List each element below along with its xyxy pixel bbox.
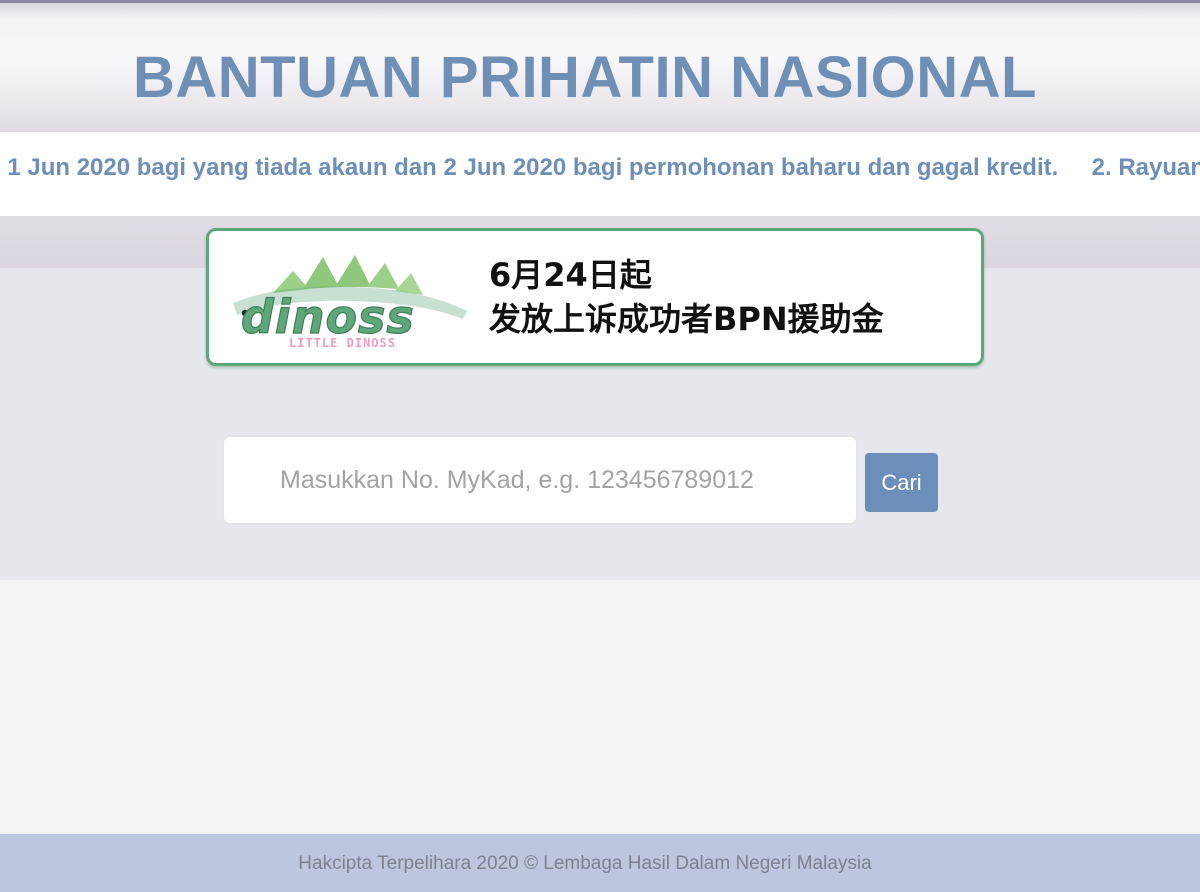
logo-subtitle: LITTLE DINOSS (289, 336, 396, 350)
page: BANTUAN PRIHATIN NASIONAL i 1 Jun 2020 b… (0, 0, 1200, 892)
copyright-text: Hakcipta Terpelihara 2020 © Lembaga Hasi… (298, 853, 872, 874)
ticker-text: i 1 Jun 2020 bagi yang tiada akaun dan 2… (0, 154, 1200, 181)
search-button[interactable]: Cari (865, 453, 938, 512)
ad-line-1: 6月24日起 (489, 256, 652, 294)
ad-line-2: 发放上诉成功者BPN援助金 (489, 300, 884, 338)
mykad-search-input[interactable] (222, 435, 858, 525)
ad-banner[interactable]: dinoss LITTLE DINOSS 6月24日起 发放上诉成功者BPN援助… (206, 228, 984, 366)
news-ticker: i 1 Jun 2020 bagi yang tiada akaun dan 2… (0, 132, 1200, 216)
footer: Hakcipta Terpelihara 2020 © Lembaga Hasi… (0, 834, 1200, 892)
dinoss-logo-icon: dinoss LITTLE DINOSS (233, 255, 467, 350)
top-edge (0, 0, 1200, 3)
site-title: BANTUAN PRIHATIN NASIONAL (133, 45, 1037, 110)
ad-text: 6月24日起 发放上诉成功者BPN援助金 (489, 253, 884, 341)
